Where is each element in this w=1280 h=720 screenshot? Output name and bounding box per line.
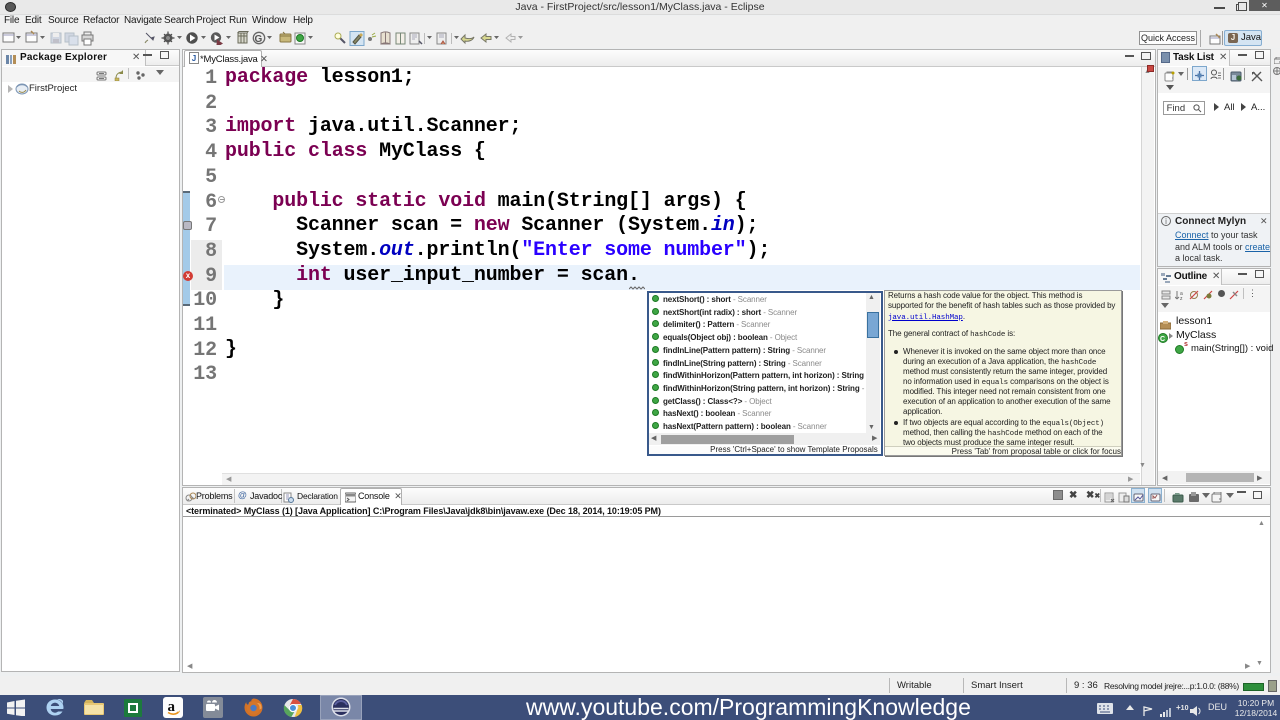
svg-text:C: C (1160, 336, 1165, 343)
svg-text:G: G (255, 34, 263, 45)
